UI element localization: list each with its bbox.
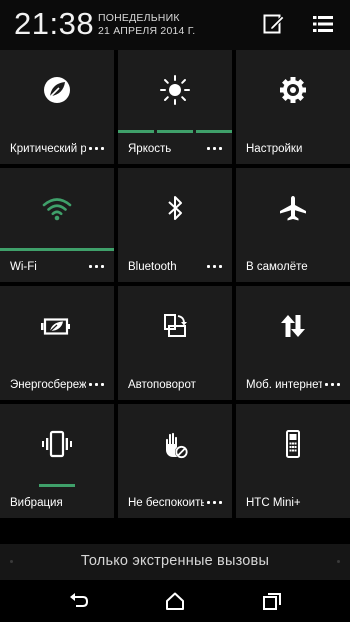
tile-label: HTC Mini+ — [246, 497, 301, 509]
data-arrows-icon — [275, 308, 311, 344]
airplane-icon — [275, 190, 311, 226]
tile-do-not-disturb[interactable]: Не беспокоить — [118, 404, 232, 518]
more-options-icon[interactable] — [89, 381, 105, 389]
tile-bluetooth[interactable]: Bluetooth — [118, 168, 232, 282]
rotate-icon — [157, 308, 193, 344]
tile-brightness[interactable]: Яркость — [118, 50, 232, 164]
tile-settings[interactable]: Настройки — [236, 50, 350, 164]
tile-label: Настройки — [246, 143, 303, 155]
more-options-icon[interactable] — [89, 263, 105, 271]
date-block: ПОНЕДЕЛЬНИК 21 АПРЕЛЯ 2014 Г. — [98, 12, 195, 38]
clock: 21:38 — [14, 6, 95, 41]
tile-label: Автоповорот — [128, 379, 196, 391]
home-icon[interactable] — [163, 589, 187, 613]
more-options-icon[interactable] — [207, 499, 223, 507]
brightness-level-segment — [196, 130, 232, 133]
tile-airplane-mode[interactable]: В самолёте — [236, 168, 350, 282]
edit-icon[interactable] — [262, 12, 286, 36]
tile-label: В самолёте — [246, 261, 308, 273]
emergency-calls-strip: Только экстренные вызовы — [0, 544, 350, 580]
do-not-disturb-hand-icon — [157, 426, 193, 462]
vibrate-icon — [39, 426, 75, 462]
tile-vibration[interactable]: Вибрация — [0, 404, 114, 518]
brightness-level-segment — [157, 130, 193, 133]
tile-label: Bluetooth — [128, 261, 177, 273]
tile-label: Энергосбереж — [10, 379, 86, 391]
more-options-icon[interactable] — [325, 381, 341, 389]
list-icon[interactable] — [311, 12, 335, 36]
more-options-icon[interactable] — [89, 145, 105, 153]
bluetooth-icon — [157, 190, 193, 226]
more-options-icon[interactable] — [207, 145, 223, 153]
active-indicator-bar — [39, 484, 75, 487]
brightness-level-segment — [118, 130, 154, 133]
quick-settings-grid: Критический р Яркость Настройки Wi-Fi Bl… — [0, 50, 350, 522]
more-options-icon[interactable] — [207, 263, 223, 271]
sun-icon — [157, 72, 193, 108]
tile-label: Критический р — [10, 143, 86, 155]
full-date: 21 АПРЕЛЯ 2014 Г. — [98, 25, 196, 37]
tile-wifi[interactable]: Wi-Fi — [0, 168, 114, 282]
leaf-icon — [39, 72, 75, 108]
navigation-bar — [0, 580, 350, 622]
htc-mini-phone-icon — [275, 426, 311, 462]
tile-label: Вибрация — [10, 497, 63, 509]
day-of-week: ПОНЕДЕЛЬНИК — [98, 12, 180, 24]
divider-dot — [337, 560, 340, 563]
tile-htc-mini[interactable]: HTC Mini+ — [236, 404, 350, 518]
back-icon[interactable] — [66, 589, 90, 613]
wifi-icon — [39, 190, 75, 226]
tile-critical-battery[interactable]: Критический р — [0, 50, 114, 164]
gear-icon — [275, 72, 311, 108]
tile-label: Не беспокоить — [128, 497, 204, 509]
tile-mobile-data[interactable]: Моб. интернет — [236, 286, 350, 400]
tile-auto-rotate[interactable]: Автоповорот — [118, 286, 232, 400]
emergency-calls-text: Только экстренные вызовы — [80, 553, 270, 569]
battery-leaf-icon — [39, 308, 75, 344]
recents-icon[interactable] — [260, 589, 284, 613]
active-indicator-bar — [0, 248, 114, 251]
status-header: 21:38 ПОНЕДЕЛЬНИК 21 АПРЕЛЯ 2014 Г. — [0, 0, 350, 50]
tile-label: Яркость — [128, 143, 172, 155]
tile-label: Моб. интернет — [246, 379, 322, 391]
tile-power-saver[interactable]: Энергосбереж — [0, 286, 114, 400]
tile-label: Wi-Fi — [10, 261, 37, 273]
